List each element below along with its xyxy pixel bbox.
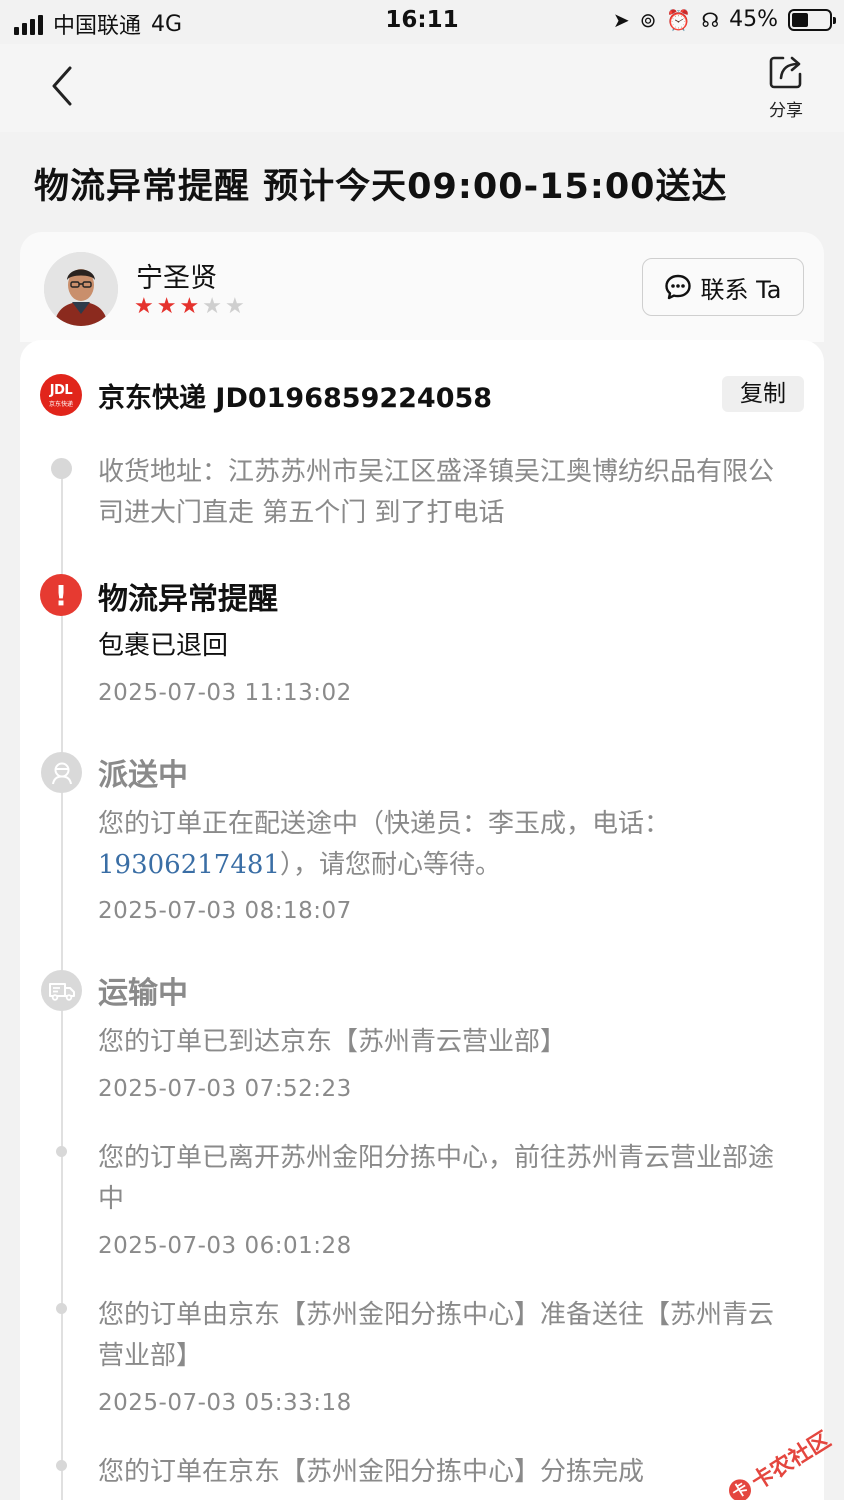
address-dot [51, 458, 72, 479]
battery-percent: 45% [729, 7, 778, 32]
star-icon: ★ [224, 294, 245, 319]
exception-time: 2025-07-03 11:13:02 [98, 680, 352, 706]
star-icon: ★ [179, 294, 200, 319]
status-bar: 中国联通 4G 16:11 ➤ ⊚ ⏰ ☊ 45% [0, 0, 844, 44]
navigation-bar: 分享 [0, 44, 844, 132]
delivery-address: 收货地址：江苏苏州市吴江区盛泽镇吴江奥博纺织品有限公司进大门直走 第五个门 到了… [98, 457, 775, 528]
star-icon: ★ [134, 294, 154, 319]
location-arrow-icon: ➤ [612, 7, 630, 32]
courier-person-icon [41, 752, 82, 793]
alarm-icon: ⏰ [666, 7, 692, 32]
contact-label: 联系 Ta [700, 275, 782, 304]
event-text: 您的订单在京东【苏州金阳分拣中心】分拣完成 [98, 1457, 645, 1487]
page-title: 物流异常提醒 预计今天09:00-15:00送达 [34, 167, 728, 207]
chevron-left-icon [52, 66, 72, 106]
exception-title: 物流异常提醒 [98, 582, 278, 617]
carrier-tracking-number: 京东快递 JD0196859224058 [98, 383, 493, 414]
transit-time: 2025-07-03 07:52:23 [98, 1076, 352, 1102]
exclamation-icon: ! [40, 574, 82, 616]
avatar [44, 252, 118, 326]
jdl-logo: JDL 京东快递 [40, 374, 82, 416]
battery-level [792, 12, 809, 27]
transit-title: 运输中 [98, 976, 188, 1011]
event-text: 您的订单由京东【苏州金阳分拣中心】准备送往【苏州青云营业部】 [98, 1300, 775, 1371]
rotation-lock-icon: ⊚ [639, 7, 657, 32]
battery-icon [788, 8, 836, 31]
star-icon: ★ [202, 294, 222, 319]
chat-bubble-icon [665, 274, 692, 300]
event-dot [56, 1146, 67, 1157]
courier-rating: ★ ★ ★ ★ ★ [134, 296, 245, 318]
headphones-icon: ☊ [701, 7, 720, 32]
courier-phone-link[interactable]: 19306217481 [98, 850, 280, 880]
carrier-row: JDL 京东快递 京东快递 JD0196859224058 复制 [20, 340, 824, 450]
tracking-card: JDL 京东快递 京东快递 JD0196859224058 复制 收货地址：江苏… [20, 340, 824, 1500]
event-time: 2025-07-03 05:33:18 [98, 1390, 352, 1416]
event-time: 2025-07-03 06:01:28 [98, 1233, 352, 1259]
star-icon: ★ [156, 294, 177, 319]
event-dot [56, 1303, 67, 1314]
share-button[interactable]: 分享 [758, 54, 814, 121]
event-text: 您的订单已离开苏州金阳分拣中心，前往苏州青云营业部途中 [98, 1143, 775, 1214]
contact-courier-button[interactable]: 联系 Ta [642, 258, 804, 316]
copy-tracking-button[interactable]: 复制 [722, 376, 804, 412]
truck-icon [41, 970, 82, 1011]
event-dot [56, 1460, 67, 1471]
exception-text: 包裹已退回 [98, 631, 229, 661]
courier-name: 宁圣贤 [136, 263, 217, 294]
transit-text: 您的订单已到达京东【苏州青云营业部】 [98, 1027, 567, 1057]
delivering-time: 2025-07-03 08:18:07 [98, 898, 352, 924]
delivering-title: 派送中 [98, 758, 188, 793]
share-icon [769, 56, 802, 89]
back-button[interactable] [46, 66, 86, 106]
share-label: 分享 [769, 101, 803, 121]
courier-card: 宁圣贤 ★ ★ ★ ★ ★ 联系 Ta [20, 232, 824, 342]
delivering-text: 您的订单正在配送途中（快递员：李玉成，电话：19306217481），请您耐心等… [98, 809, 671, 880]
